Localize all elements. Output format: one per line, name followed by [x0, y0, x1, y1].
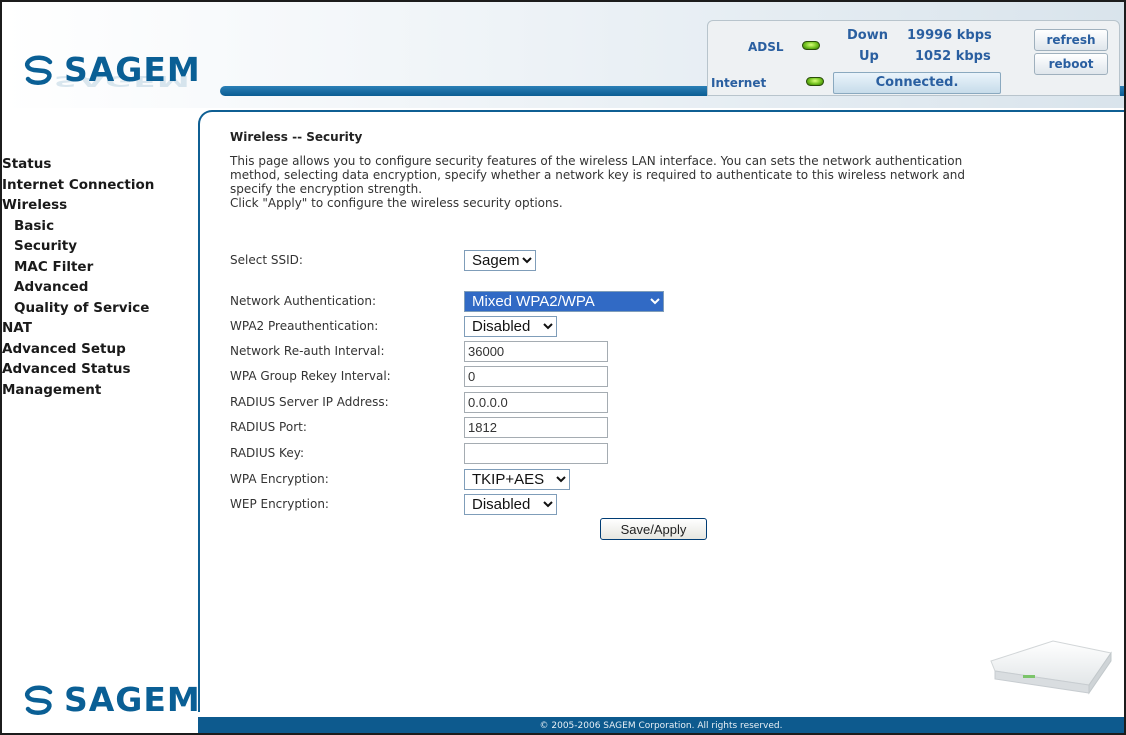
radius-ip-row: RADIUS Server IP Address:	[230, 391, 608, 413]
rekey-label: WPA Group Rekey Interval:	[230, 369, 391, 383]
refresh-button[interactable]: refresh	[1034, 29, 1108, 51]
sidebar-item-mac-filter[interactable]: MAC Filter	[2, 257, 198, 278]
radius-key-row: RADIUS Key:	[230, 442, 608, 464]
internet-label: Internet	[711, 76, 767, 90]
radius-key-label: RADIUS Key:	[230, 446, 304, 460]
radius-ip-input[interactable]	[464, 391, 608, 413]
footer-copyright: © 2005-2006 SAGEM Corporation. All right…	[198, 717, 1124, 733]
radius-key-input[interactable]	[464, 442, 608, 464]
sidebar-item-basic[interactable]: Basic	[2, 216, 198, 237]
header: SAGEM SAGEM ADSL Internet Down 19996 kbp…	[2, 2, 1124, 108]
page-title: Wireless -- Security	[230, 130, 363, 144]
auth-label: Network Authentication:	[230, 294, 377, 308]
auth-row: Network Authentication: Mixed WPA2/WPA	[230, 290, 664, 312]
rekey-row: WPA Group Rekey Interval:	[230, 365, 608, 387]
brand-name: SAGEM	[64, 680, 201, 719]
radius-port-input[interactable]	[464, 416, 608, 438]
ssid-select[interactable]: Sagem	[464, 249, 536, 271]
sidebar-item-nat[interactable]: NAT	[2, 318, 198, 339]
sidebar-item-wireless[interactable]: Wireless	[2, 195, 198, 216]
wpa-encryption-select[interactable]: TKIP+AES	[464, 468, 570, 490]
sagem-swirl-icon	[24, 685, 53, 715]
sidebar-item-management[interactable]: Management	[2, 380, 198, 401]
sidebar-item-advanced-setup[interactable]: Advanced Setup	[2, 339, 198, 360]
ssid-row: Select SSID: Sagem	[230, 249, 536, 271]
reauth-label: Network Re-auth Interval:	[230, 344, 385, 358]
preauth-label: WPA2 Preauthentication:	[230, 319, 379, 333]
sidebar-item-security[interactable]: Security	[2, 236, 198, 257]
up-label: Up	[859, 49, 879, 64]
wpa-encryption-label: WPA Encryption:	[230, 472, 329, 486]
sidebar-item-quality-of-service[interactable]: Quality of Service	[2, 298, 198, 319]
sidebar-nav: Status Internet Connection Wireless Basi…	[2, 154, 198, 400]
wep-encryption-label: WEP Encryption:	[230, 497, 329, 511]
radius-port-label: RADIUS Port:	[230, 420, 307, 434]
sidebar-item-status[interactable]: Status	[2, 154, 198, 175]
radius-ip-label: RADIUS Server IP Address:	[230, 395, 389, 409]
down-label: Down	[847, 28, 888, 43]
internet-led-icon	[806, 77, 824, 86]
preauth-select[interactable]: Disabled	[464, 315, 557, 337]
reauth-row: Network Re-auth Interval:	[230, 340, 608, 362]
adsl-label: ADSL	[748, 40, 784, 54]
description-line: This page allows you to configure securi…	[230, 154, 963, 168]
wep-encryption-row: WEP Encryption: Disabled	[230, 493, 557, 515]
up-rate: 1052 kbps	[915, 49, 991, 64]
sagem-swirl-icon	[24, 55, 53, 85]
reboot-button[interactable]: reboot	[1034, 53, 1108, 75]
router-admin-page: SAGEM SAGEM ADSL Internet Down 19996 kbp…	[0, 0, 1126, 735]
wpa-encryption-row: WPA Encryption: TKIP+AES	[230, 468, 570, 490]
sidebar-item-advanced[interactable]: Advanced	[2, 277, 198, 298]
sidebar-item-advanced-status[interactable]: Advanced Status	[2, 359, 198, 380]
preauth-row: WPA2 Preauthentication: Disabled	[230, 315, 557, 337]
router-device-icon	[990, 640, 1112, 695]
description-line: specify the encryption strength.	[230, 182, 423, 196]
main-content: Wireless -- Security This page allows yo…	[230, 130, 1110, 210]
adsl-led-icon	[802, 41, 820, 50]
rekey-interval-input[interactable]	[464, 365, 608, 387]
description-line: method, selecting data encryption, speci…	[230, 168, 966, 182]
sidebar-item-internet-connection[interactable]: Internet Connection	[2, 175, 198, 196]
footer-sagem-logo: SAGEM	[22, 680, 201, 719]
description-line: Click "Apply" to configure the wireless …	[230, 196, 563, 210]
network-authentication-select[interactable]: Mixed WPA2/WPA	[464, 290, 664, 312]
wep-encryption-select[interactable]: Disabled	[464, 493, 557, 515]
reauth-interval-input[interactable]	[464, 340, 608, 362]
ssid-label: Select SSID:	[230, 253, 303, 267]
save-apply-button[interactable]: Save/Apply	[600, 518, 707, 540]
radius-port-row: RADIUS Port:	[230, 416, 608, 438]
connection-status: Connected.	[833, 72, 1001, 94]
logo-reflection: SAGEM	[54, 72, 191, 90]
down-rate: 19996 kbps	[907, 28, 992, 43]
